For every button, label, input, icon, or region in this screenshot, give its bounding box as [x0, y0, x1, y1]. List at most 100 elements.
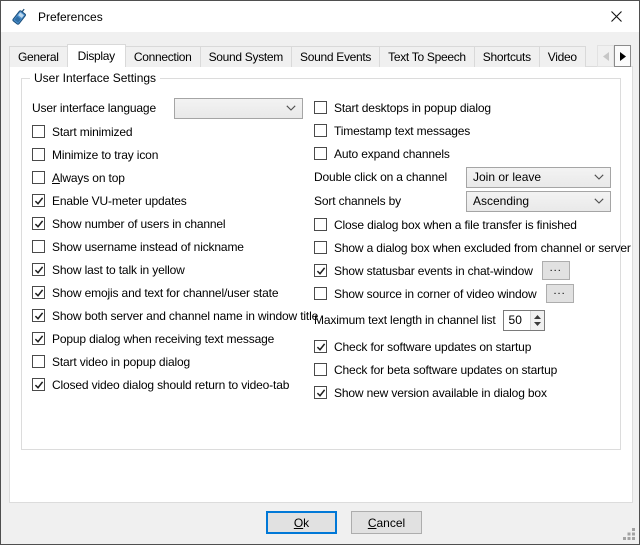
settings-columns: User interface language Start minimized … [22, 79, 620, 404]
checkbox-label: Check for beta software updates on start… [334, 363, 557, 377]
cancel-button[interactable]: Cancel [351, 511, 422, 534]
checkbox-auto-expand-channels[interactable] [314, 147, 327, 160]
checkbox-row[interactable]: Show a dialog box when excluded from cha… [314, 236, 616, 259]
checkbox-row[interactable]: Start video in popup dialog [32, 350, 314, 373]
tab-label: Video [548, 50, 577, 64]
teamtalk-app-icon [11, 8, 29, 26]
checkbox-row[interactable]: Show username instead of nickname [32, 235, 314, 258]
checkbox-row[interactable]: Show statusbar events in chat-window ... [314, 259, 616, 282]
tab-display[interactable]: Display [67, 44, 126, 67]
checkbox-row[interactable]: Show both server and channel name in win… [32, 304, 314, 327]
checkbox-label: Auto expand channels [334, 147, 450, 161]
checkbox-minimize-to-tray-icon[interactable] [32, 148, 45, 161]
checkbox-show-emojis-and-text-for-channel-user-state[interactable] [32, 286, 45, 299]
checkbox-label: Show statusbar events in chat-window [334, 264, 533, 278]
checkbox-row[interactable]: Close dialog box when a file transfer is… [314, 213, 616, 236]
chevron-down-icon [594, 198, 604, 204]
checkbox-label: Minimize to tray icon [52, 148, 158, 162]
checkbox-row[interactable]: Popup dialog when receiving text message [32, 327, 314, 350]
checkbox-show-a-dialog-box-when-excluded-from-channel-or-[interactable] [314, 241, 327, 254]
dropdown-double-click-on-a-channel[interactable]: Join or leave [466, 167, 611, 188]
checkbox-show-number-of-users-in-channel[interactable] [32, 217, 45, 230]
ellipsis-button[interactable]: ... [546, 284, 574, 303]
checkbox-row[interactable]: Closed video dialog should return to vid… [32, 373, 314, 396]
checkbox-label: Check for software updates on startup [334, 340, 531, 354]
checkbox-show-last-to-talk-in-yellow[interactable] [32, 263, 45, 276]
tab-bar: General Display ConnectionSound SystemSoun… [9, 43, 633, 67]
checkbox-row[interactable]: Show source in corner of video window ..… [314, 282, 616, 305]
tab-shortcuts[interactable]: Shortcuts [474, 46, 540, 67]
combo-row: Double click on a channel Join or leave [314, 165, 616, 189]
checkbox-row[interactable]: Show emojis and text for channel/user st… [32, 281, 314, 304]
checkbox-row[interactable]: Auto expand channels [314, 142, 616, 165]
checkbox-closed-video-dialog-should-return-to-video-tab[interactable] [32, 378, 45, 391]
checkbox-check-for-beta-software-updates-on-startup[interactable] [314, 363, 327, 376]
tab-scroll-right-button[interactable] [614, 45, 631, 67]
close-button[interactable] [594, 1, 639, 31]
ok-button[interactable]: Ok [266, 511, 337, 534]
checkbox-label: Closed video dialog should return to vid… [52, 378, 289, 392]
checkmark-icon [316, 388, 326, 398]
checkbox-label: Show emojis and text for channel/user st… [52, 286, 278, 300]
preferences-dialog: Preferences GeneralDisplayConnectionSoun… [0, 0, 640, 545]
checkbox-row[interactable]: Minimize to tray icon [32, 143, 314, 166]
combo-label: User interface language [32, 101, 174, 115]
left-settings-column: User interface language Start minimized … [32, 96, 314, 404]
combo-row: Sort channels by Ascending [314, 189, 616, 213]
dropdown-sort-channels-by[interactable]: Ascending [466, 191, 611, 212]
tab-sound-system[interactable]: Sound System [200, 46, 292, 67]
arrow-right-icon [620, 52, 626, 61]
tab-scroll-left-button[interactable] [597, 45, 614, 67]
ellipsis-button[interactable]: ... [542, 261, 570, 280]
dropdown-user-interface-language[interactable] [174, 98, 303, 119]
checkbox-timestamp-text-messages[interactable] [314, 124, 327, 137]
checkbox-row[interactable]: Show last to talk in yellow [32, 258, 314, 281]
checkbox-check-for-software-updates-on-startup[interactable] [314, 340, 327, 353]
checkbox-label: Close dialog box when a file transfer is… [334, 218, 577, 232]
checkbox-start-video-in-popup-dialog[interactable] [32, 355, 45, 368]
checkbox-row[interactable]: Check for beta software updates on start… [314, 358, 616, 381]
checkbox-close-dialog-box-when-a-file-transfer-is-finishe[interactable] [314, 218, 327, 231]
checkbox-row[interactable]: Always on top [32, 166, 314, 189]
tab-label: Display [78, 49, 115, 63]
dropdown-value: Ascending [473, 194, 529, 208]
checkbox-row[interactable]: Timestamp text messages [314, 119, 616, 142]
dialog-button-label: Cancel [368, 516, 405, 530]
checkbox-row[interactable]: Show number of users in channel [32, 212, 314, 235]
tab-general[interactable]: General [9, 46, 68, 67]
window-title: Preferences [38, 10, 103, 24]
checkmark-icon [316, 266, 326, 276]
tab-text-to-speech[interactable]: Text To Speech [379, 46, 475, 67]
spinner-down-icon [534, 322, 541, 326]
checkbox-row[interactable]: Enable VU-meter updates [32, 189, 314, 212]
checkbox-start-minimized[interactable] [32, 125, 45, 138]
checkbox-row[interactable]: Start minimized [32, 120, 314, 143]
tab-sound-events[interactable]: Sound Events [291, 46, 380, 67]
checkbox-row[interactable]: Start desktops in popup dialog [314, 96, 616, 119]
number-spinner[interactable]: 50 [503, 310, 545, 331]
spinner-value: 50 [504, 313, 530, 327]
tab-video[interactable]: Video [539, 46, 586, 67]
checkmark-icon [34, 288, 44, 298]
checkbox-row[interactable]: Check for software updates on startup [314, 335, 616, 358]
checkbox-popup-dialog-when-receiving-text-message[interactable] [32, 332, 45, 345]
checkbox-show-both-server-and-channel-name-in-window-titl[interactable] [32, 309, 45, 322]
checkbox-always-on-top[interactable] [32, 171, 45, 184]
checkbox-enable-vu-meter-updates[interactable] [32, 194, 45, 207]
dropdown-value: Join or leave [473, 170, 541, 184]
resize-grip[interactable] [623, 528, 636, 541]
checkbox-start-desktops-in-popup-dialog[interactable] [314, 101, 327, 114]
spinner-buttons[interactable] [530, 311, 544, 330]
combo-row: User interface language [32, 96, 314, 120]
checkbox-row[interactable]: Show new version available in dialog box [314, 381, 616, 404]
checkbox-show-statusbar-events-in-chat-window[interactable] [314, 264, 327, 277]
title-bar[interactable]: Preferences [1, 1, 639, 32]
checkbox-show-source-in-corner-of-video-window[interactable] [314, 287, 327, 300]
checkbox-show-new-version-available-in-dialog-box[interactable] [314, 386, 327, 399]
spin-label: Maximum text length in channel list [314, 313, 496, 327]
tab-connection[interactable]: Connection [125, 46, 201, 67]
tab-label: Shortcuts [483, 50, 531, 64]
right-settings-column: Start desktops in popup dialog Timestamp… [314, 96, 620, 404]
checkbox-show-username-instead-of-nickname[interactable] [32, 240, 45, 253]
tab-scroll-buttons [597, 45, 631, 67]
